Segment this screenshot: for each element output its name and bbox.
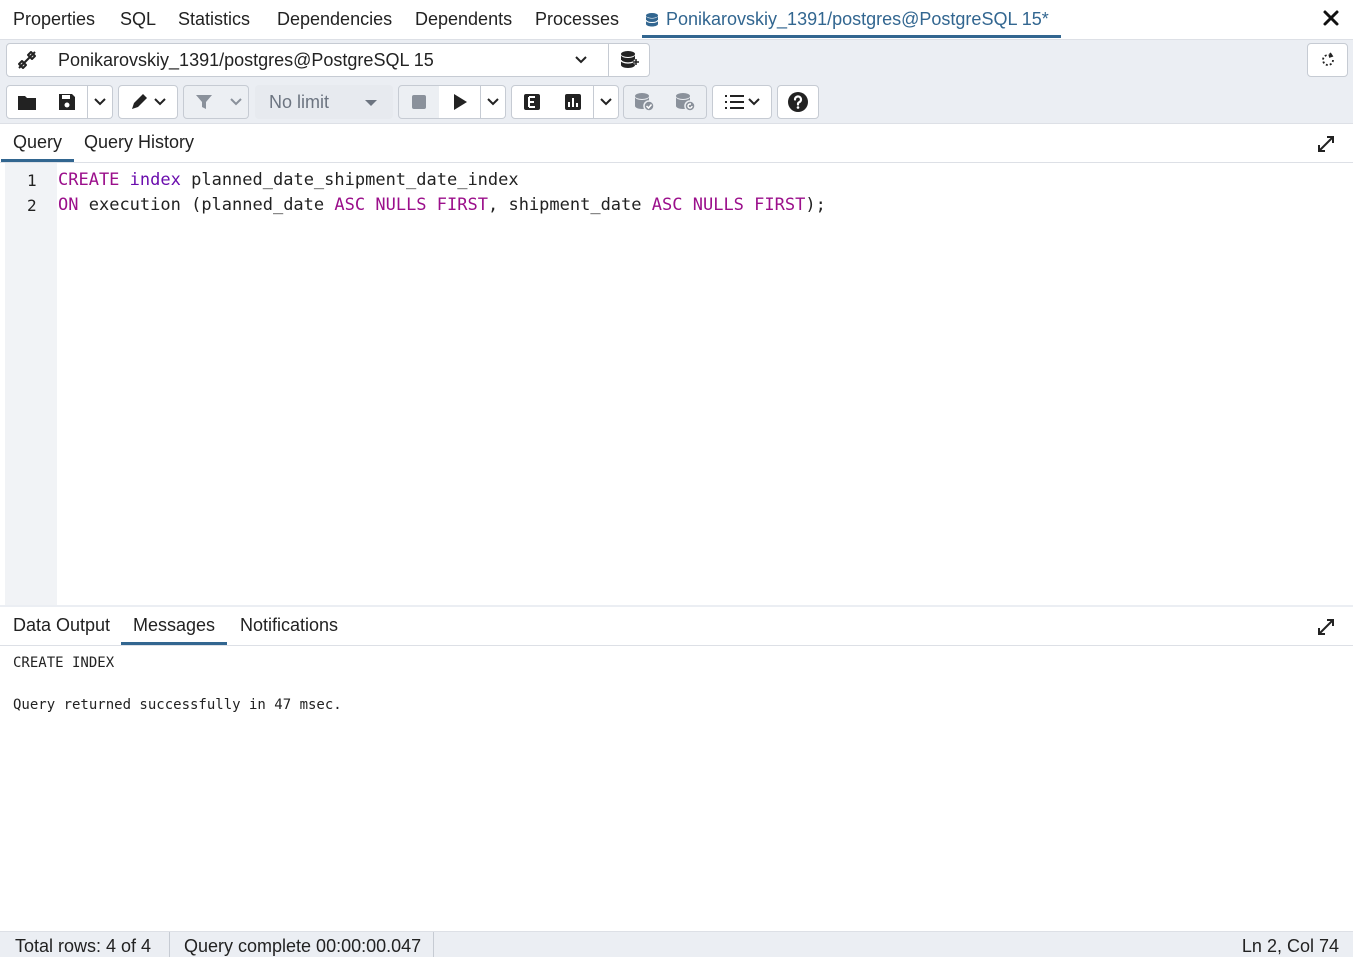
connection-bar: Ponikarovskiy_1391/postgres@PostgreSQL 1… [0, 40, 1353, 82]
tab-processes[interactable]: Processes [535, 0, 619, 38]
tab-messages[interactable]: Messages [121, 607, 228, 645]
total-rows: Total rows: 4 of 4 [15, 936, 152, 956]
chevron-down-icon [600, 98, 612, 106]
line-number: 1 [27, 171, 37, 190]
limit-select[interactable]: No limit [255, 85, 393, 119]
database-check-icon [635, 93, 655, 112]
stop-icon [412, 95, 426, 109]
save-button[interactable] [46, 85, 88, 119]
identifier: planned_date_shipment_date_index [191, 170, 519, 190]
identifier: , shipment_date [487, 195, 642, 215]
tab-data-output[interactable]: Data Output [1, 607, 122, 645]
filter-dropdown-button[interactable] [224, 85, 249, 119]
keyword: CREATE [58, 170, 120, 190]
cursor-position: Ln 2, Col 74 [1241, 936, 1339, 956]
new-connection-button[interactable] [608, 43, 650, 77]
execute-button[interactable] [439, 85, 481, 119]
tab-properties[interactable]: Properties [13, 0, 95, 38]
tab-sql[interactable]: SQL [120, 0, 156, 38]
edit-button[interactable] [118, 85, 178, 119]
punctuation: ); [805, 195, 826, 215]
explain-icon [524, 94, 540, 110]
refresh-icon [1321, 52, 1334, 66]
keyword: FIRST [436, 195, 488, 215]
chevron-down-icon [230, 98, 242, 106]
stop-button[interactable] [398, 85, 440, 119]
limit-select-value: No limit [269, 92, 330, 112]
status-bar: Total rows: 4 of 4 Query complete 00:00:… [0, 931, 1353, 957]
chevron-down-icon [575, 56, 587, 64]
rollback-button[interactable] [664, 85, 707, 119]
open-file-button[interactable] [6, 85, 47, 119]
query-status: Query complete 00:00:00.047 [184, 936, 422, 956]
execute-dropdown-button[interactable] [481, 85, 506, 119]
keyword: NULLS [375, 195, 427, 215]
keyword: index [129, 170, 181, 190]
filter-icon [196, 95, 212, 109]
refresh-button[interactable] [1307, 43, 1348, 77]
keyword: ASC [334, 195, 366, 215]
tab-query-history[interactable]: Query History [72, 124, 206, 162]
chevron-down-icon [94, 98, 106, 106]
query-toolbar: No limit [0, 82, 1353, 124]
keyword: NULLS [692, 195, 744, 215]
commit-button[interactable] [623, 85, 665, 119]
explain-button[interactable] [511, 85, 553, 119]
database-plus-icon [620, 51, 639, 68]
line-number: 2 [27, 196, 37, 215]
status-separator [169, 932, 170, 957]
chevron-down-icon [748, 98, 760, 106]
database-rollback-icon [676, 93, 696, 112]
tab-dependents[interactable]: Dependents [415, 0, 512, 38]
explain-dropdown-button[interactable] [594, 85, 619, 119]
tab-statistics[interactable]: Statistics [178, 0, 250, 38]
connection-select-value: Ponikarovskiy_1391/postgres@PostgreSQL 1… [58, 50, 434, 70]
help-icon [788, 92, 808, 112]
pencil-icon [132, 94, 147, 109]
bar-chart-icon [564, 94, 581, 110]
close-icon[interactable] [1321, 8, 1341, 28]
connection-status-button[interactable] [6, 43, 47, 77]
tab-dependencies[interactable]: Dependencies [277, 0, 392, 38]
chevron-down-icon [487, 98, 499, 106]
query-tab-bar: Query Query History [0, 124, 1353, 163]
message-line: Query returned successfully in 47 msec. [13, 697, 342, 713]
plug-icon [17, 51, 36, 69]
chevron-down-icon [154, 98, 166, 106]
expand-icon[interactable] [1316, 617, 1336, 637]
top-tab-bar: Properties SQL Statistics Dependencies D… [0, 0, 1353, 40]
filter-button[interactable] [183, 85, 225, 119]
tab-query[interactable]: Query [1, 124, 75, 162]
save-icon [58, 94, 75, 110]
database-icon [645, 13, 659, 27]
folder-icon [17, 96, 36, 110]
status-separator [433, 932, 434, 957]
tab-query-tool[interactable]: Ponikarovskiy_1391/postgres@PostgreSQL 1… [642, 0, 1061, 38]
save-dropdown-button[interactable] [88, 85, 113, 119]
macros-button[interactable] [712, 85, 772, 119]
message-line: CREATE INDEX [13, 655, 115, 671]
expand-icon[interactable] [1316, 134, 1336, 154]
tab-notifications[interactable]: Notifications [228, 607, 350, 645]
code-line-1[interactable]: CREATE index planned_date_shipment_date_… [58, 170, 519, 190]
result-tab-bar: Data Output Messages Notifications [0, 607, 1353, 646]
identifier: execution (planned_date [88, 195, 325, 215]
code-line-2[interactable]: ON execution (planned_date ASC NULLS FIR… [58, 195, 826, 215]
explain-analyze-button[interactable] [552, 85, 594, 119]
list-icon [725, 95, 744, 109]
tab-query-tool-label: Ponikarovskiy_1391/postgres@PostgreSQL 1… [666, 9, 1049, 29]
connection-select[interactable]: Ponikarovskiy_1391/postgres@PostgreSQL 1… [46, 43, 609, 77]
help-button[interactable] [777, 85, 819, 119]
sql-editor[interactable]: 1 2 CREATE index planned_date_shipment_d… [0, 163, 1353, 605]
keyword: ASC [651, 195, 683, 215]
keyword: FIRST [754, 195, 806, 215]
keyword: ON [58, 195, 79, 215]
line-number-gutter: 1 2 [5, 163, 57, 605]
play-icon [453, 94, 467, 110]
caret-down-icon [365, 100, 377, 106]
